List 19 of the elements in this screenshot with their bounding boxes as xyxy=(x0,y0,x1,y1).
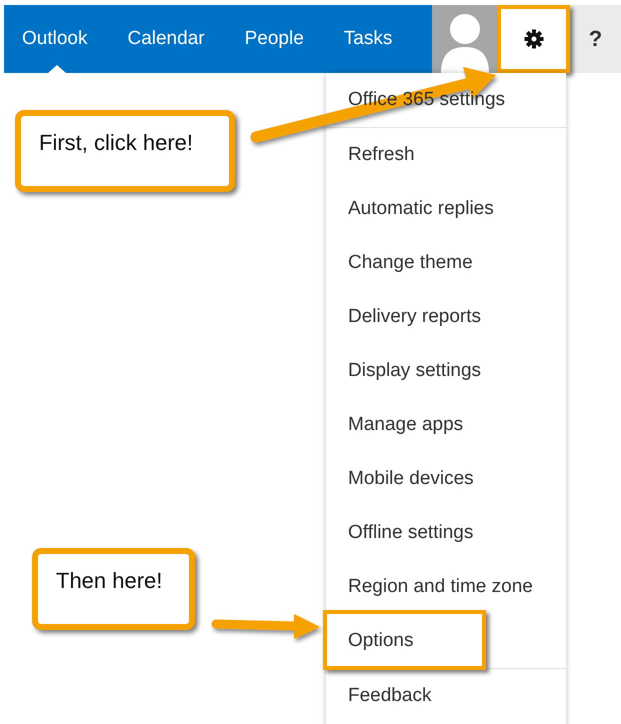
menu-item[interactable]: Automatic replies xyxy=(348,198,494,219)
menu-item[interactable]: Region and time zone xyxy=(348,576,533,597)
menu-item[interactable]: Display settings xyxy=(348,360,482,381)
nav-tab[interactable]: Outlook xyxy=(4,5,110,73)
menu-item[interactable]: Mobile devices xyxy=(348,468,474,489)
callout-note: First, click here! xyxy=(15,110,235,192)
menu-item[interactable]: Options xyxy=(348,630,414,651)
help-button[interactable]: ? xyxy=(570,5,621,73)
settings-icon xyxy=(524,29,544,49)
menu-item[interactable]: Delivery reports xyxy=(348,306,482,327)
menu-item[interactable]: Change theme xyxy=(348,252,473,273)
menu-item[interactable]: Offline settings xyxy=(348,522,474,543)
callout-note: Then here! xyxy=(32,548,195,630)
nav-tab[interactable]: Calendar xyxy=(109,5,227,73)
menu-item[interactable]: Refresh xyxy=(348,144,415,165)
settings-button[interactable] xyxy=(497,5,570,73)
menu-item[interactable]: Manage apps xyxy=(348,414,464,435)
nav-tab[interactable]: People xyxy=(226,5,326,73)
menu-item[interactable]: Feedback xyxy=(348,685,432,706)
